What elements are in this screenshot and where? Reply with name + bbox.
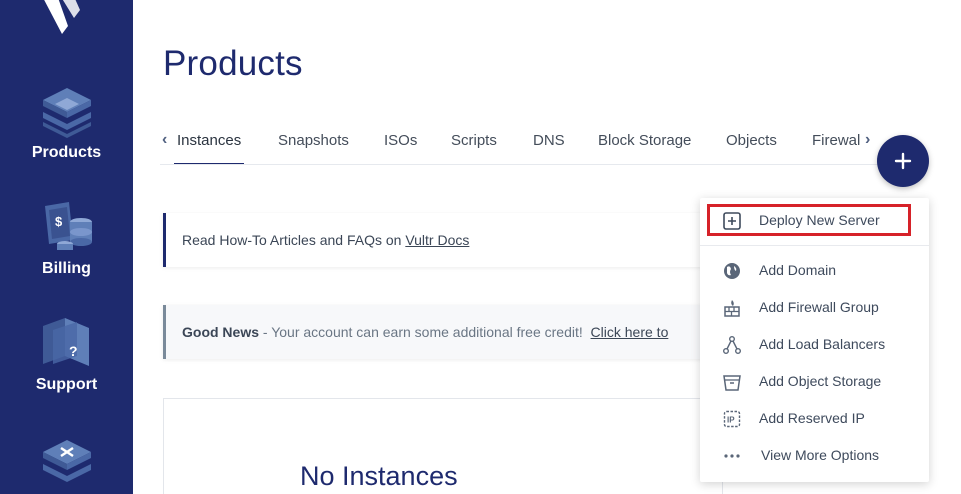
product-tabs: ‹ Instances Snapshots ISOs Scripts DNS B… (160, 128, 880, 165)
object-storage-icon (723, 375, 741, 391)
tab-scripts[interactable]: Scripts (451, 132, 497, 149)
svg-text:?: ? (69, 343, 78, 359)
tab-firewall[interactable]: Firewal (812, 132, 860, 149)
empty-state-title: No Instances (300, 461, 458, 491)
add-object-storage-item[interactable]: Add Object Storage (700, 364, 929, 398)
sidebar-item-products[interactable]: Products (0, 84, 133, 162)
tab-isos[interactable]: ISOs (384, 132, 417, 149)
svg-text:IP: IP (727, 416, 735, 425)
sidebar-item-more[interactable] (0, 438, 133, 488)
tab-instances[interactable]: Instances (177, 132, 241, 149)
stacked-layers-x-icon (42, 440, 91, 482)
menu-item-label: Add Firewall Group (759, 299, 879, 315)
tab-snapshots[interactable]: Snapshots (278, 132, 349, 149)
sidebar: Products $ Billing ? Support (0, 0, 133, 494)
page-title: Products (163, 44, 303, 83)
highlight-box (707, 204, 911, 236)
sidebar-item-billing[interactable]: $ Billing (0, 200, 133, 278)
docs-notice: Read How-To Articles and FAQs on Vultr D… (163, 213, 723, 267)
globe-icon (724, 263, 740, 279)
svg-text:$: $ (55, 214, 63, 229)
menu-item-label: Add Object Storage (759, 373, 882, 389)
sidebar-item-label: Support (35, 376, 98, 393)
vultr-docs-link[interactable]: Vultr Docs (405, 232, 469, 248)
credit-notice: Good News - Your account can earn some a… (163, 305, 723, 359)
add-load-balancers-item[interactable]: Add Load Balancers (700, 327, 929, 361)
menu-item-label: View More Options (761, 447, 880, 463)
plus-icon (894, 152, 912, 170)
credit-notice-body: - Your account can earn some additional … (259, 324, 591, 340)
vultr-logo[interactable] (38, 0, 90, 34)
chevron-right-icon[interactable]: › (865, 131, 870, 149)
view-more-options-item[interactable]: View More Options (700, 438, 929, 472)
add-domain-item[interactable]: Add Domain (700, 253, 929, 287)
menu-divider (700, 245, 929, 246)
sidebar-item-label: Products (31, 144, 102, 161)
docs-notice-prefix: Read How-To Articles and FAQs on (182, 232, 406, 248)
docs-notice-text: Read How-To Articles and FAQs on Vultr D… (182, 232, 469, 248)
credit-notice-text: Good News - Your account can earn some a… (182, 324, 668, 340)
reserved-ip-icon: IP (723, 410, 741, 428)
add-firewall-group-item[interactable]: Add Firewall Group (700, 290, 929, 324)
tab-block-storage[interactable]: Block Storage (598, 132, 691, 149)
chevron-left-icon[interactable]: ‹ (162, 131, 167, 149)
menu-item-label: Add Domain (759, 262, 837, 278)
credit-notice-link[interactable]: Click here to (591, 324, 669, 340)
add-menu: Deploy New Server Add Domain Add Firewal… (700, 198, 929, 482)
add-fab-button[interactable] (877, 135, 929, 187)
sidebar-item-support[interactable]: ? Support (0, 316, 133, 394)
menu-item-label: Add Load Balancers (759, 336, 886, 352)
support-question-icon: ? (42, 318, 89, 366)
stacked-layers-icon (42, 88, 91, 138)
credit-notice-heading: Good News (182, 324, 260, 340)
more-dots-icon (724, 454, 740, 458)
add-reserved-ip-item[interactable]: IP Add Reserved IP (700, 401, 929, 435)
tab-dns[interactable]: DNS (533, 132, 565, 149)
billing-coins-icon: $ (44, 202, 92, 250)
sidebar-item-label: Billing (42, 260, 91, 277)
tab-objects[interactable]: Objects (726, 132, 777, 149)
load-balancer-icon (723, 336, 741, 354)
menu-item-label: Add Reserved IP (759, 410, 865, 426)
firewall-icon (724, 300, 740, 317)
tabs-divider (160, 164, 900, 165)
